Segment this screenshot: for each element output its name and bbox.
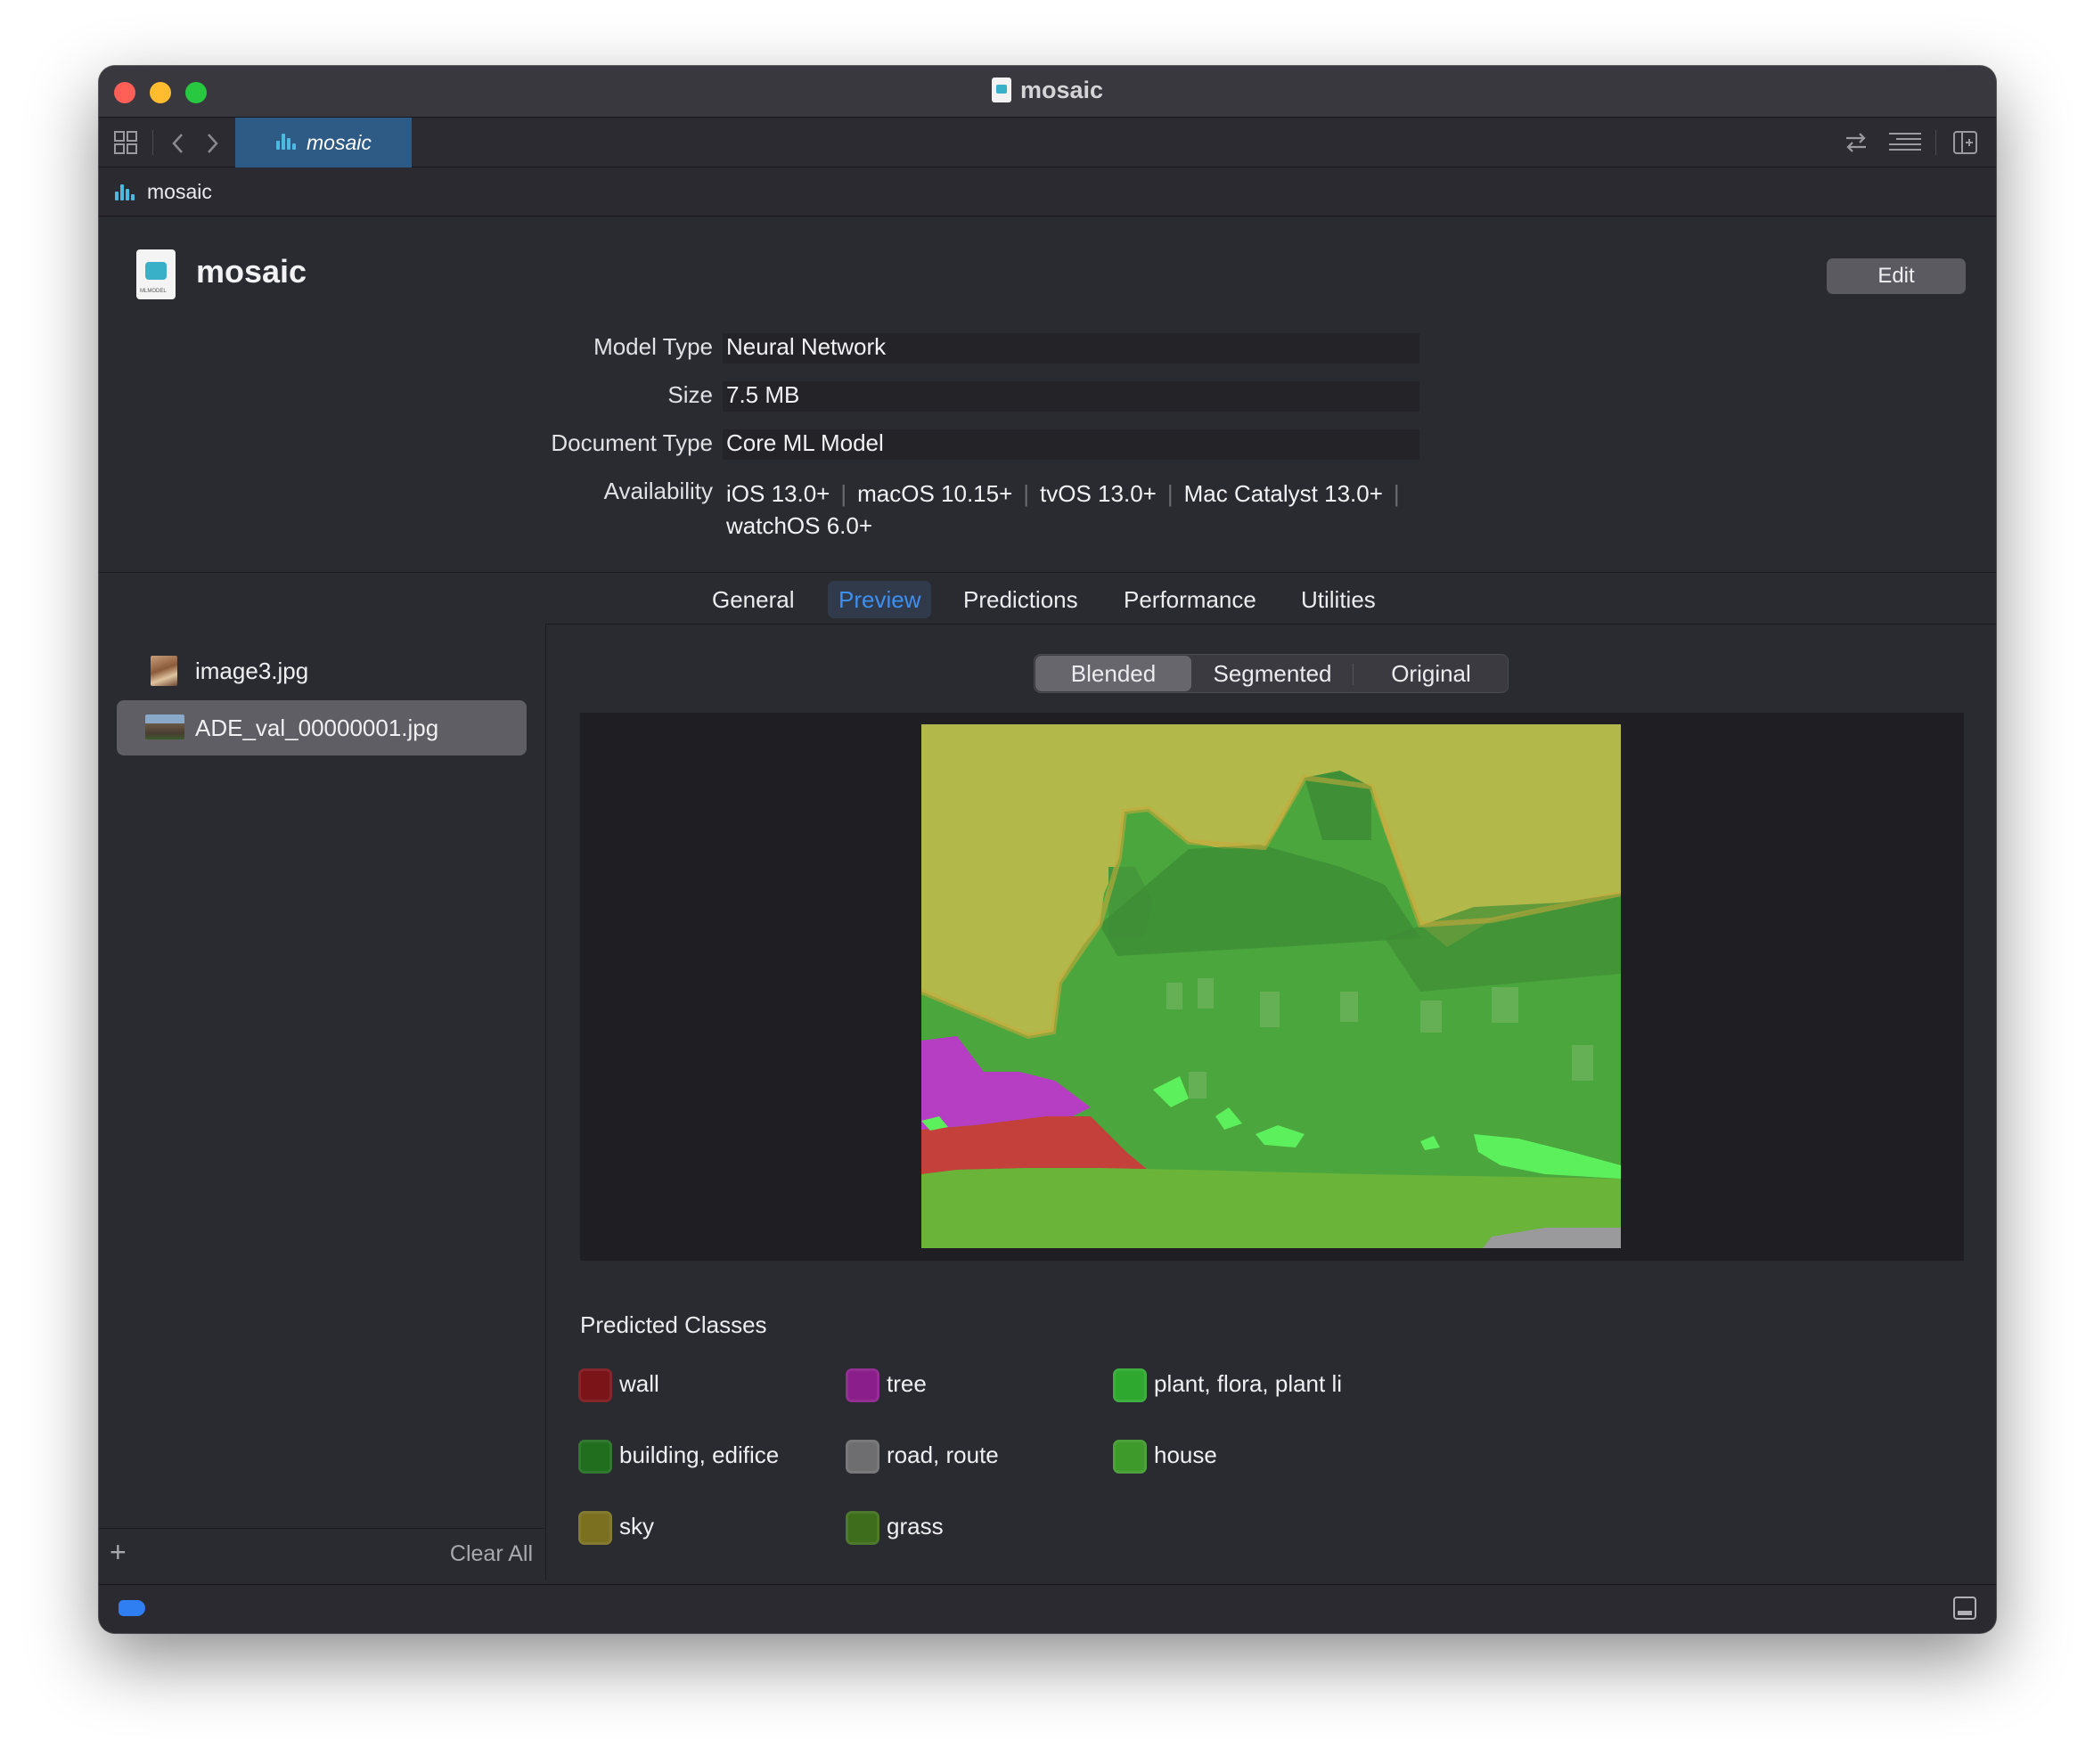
- mode-blended[interactable]: Blended: [1035, 656, 1191, 691]
- tab-performance[interactable]: Performance: [1113, 581, 1267, 618]
- class-label: building, edifice: [619, 1441, 780, 1468]
- color-swatch: [578, 1440, 612, 1474]
- file-item-ade-val[interactable]: ADE_val_00000001.jpg: [117, 700, 527, 755]
- class-legend-item: sky: [578, 1509, 654, 1546]
- color-swatch: [846, 1368, 879, 1403]
- size-value: 7.5 MB: [726, 381, 800, 408]
- tab-separator: [152, 130, 153, 155]
- coreml-logo-icon: [276, 134, 298, 150]
- class-label: sky: [619, 1513, 654, 1539]
- color-swatch: [1113, 1440, 1147, 1474]
- model-type-value: Neural Network: [726, 333, 887, 360]
- divider: [99, 572, 1996, 573]
- page-title: mosaic: [196, 253, 307, 290]
- availability-catalyst: Mac Catalyst 13.0+: [1183, 480, 1383, 507]
- document-type-label: Document Type: [551, 429, 713, 456]
- class-legend-item: building, edifice: [578, 1438, 779, 1474]
- add-file-button[interactable]: +: [110, 1538, 127, 1566]
- class-label: grass: [887, 1513, 944, 1539]
- predicted-classes-title: Predicted Classes: [580, 1311, 767, 1338]
- model-type-label: Model Type: [593, 333, 713, 360]
- clear-all-button[interactable]: Clear All: [450, 1541, 533, 1567]
- tab-preview[interactable]: Preview: [828, 581, 932, 618]
- size-label: Size: [667, 381, 713, 408]
- tab-general[interactable]: General: [701, 581, 806, 618]
- image-thumbnail: [151, 656, 177, 686]
- toggle-bottom-panel-icon[interactable]: [1953, 1597, 1976, 1620]
- file-item-image3[interactable]: image3.jpg: [117, 643, 527, 698]
- color-swatch: [1113, 1368, 1147, 1403]
- availability-list: iOS 13.0+ | macOS 10.15+ | tvOS 13.0+ | Mac Ca…: [726, 480, 1400, 539]
- document-type-value: Core ML Model: [726, 429, 884, 456]
- breadcrumb: mosaic: [99, 167, 1996, 216]
- color-swatch: [846, 1511, 879, 1546]
- lines-list-icon[interactable]: [1887, 130, 1923, 155]
- class-legend-item: house: [1113, 1438, 1217, 1474]
- activity-indicator-icon[interactable]: [119, 1600, 145, 1616]
- availability-ios: iOS 13.0+: [726, 480, 830, 507]
- class-label: house: [1154, 1441, 1217, 1468]
- window-title-text: mosaic: [1019, 77, 1104, 103]
- tab-mosaic-label: mosaic: [307, 131, 372, 154]
- tab-separator: [1935, 130, 1936, 155]
- availability-watchos: watchOS 6.0+: [726, 512, 873, 539]
- status-bar: [99, 1584, 1996, 1633]
- swap-arrows-icon[interactable]: [1843, 130, 1869, 155]
- color-swatch: [578, 1511, 612, 1546]
- class-legend-item: road, route: [846, 1438, 999, 1474]
- size-field-bg: [723, 381, 1419, 412]
- document-icon: [991, 78, 1011, 102]
- preview-mode-control: Blended Segmented Original: [1034, 654, 1509, 693]
- title-bar: mosaic: [99, 66, 1996, 118]
- tab-utilities[interactable]: Utilities: [1290, 581, 1386, 618]
- file-sidebar: image3.jpg ADE_val_00000001.jpg + Clear …: [99, 624, 546, 1580]
- color-swatch: [578, 1368, 612, 1403]
- class-legend-item: grass: [846, 1509, 944, 1546]
- image-thumbnail: [145, 715, 184, 739]
- chevron-right-icon[interactable]: [204, 132, 220, 155]
- class-legend-item: wall: [578, 1367, 659, 1403]
- add-editor-icon[interactable]: [1952, 130, 1979, 155]
- availability-tvos: tvOS 13.0+: [1040, 480, 1157, 507]
- grid-icon[interactable]: [113, 130, 138, 155]
- class-label: wall: [619, 1370, 659, 1397]
- mode-segmented[interactable]: Segmented: [1193, 655, 1352, 692]
- availability-macos: macOS 10.15+: [857, 480, 1013, 507]
- app-window: mosaic mosaic mosaic MLMODEL mosaic Edit…: [99, 66, 1996, 1633]
- chevron-left-icon[interactable]: [170, 132, 186, 155]
- tab-predictions[interactable]: Predictions: [953, 581, 1089, 618]
- sidebar-footer: + Clear All: [99, 1528, 545, 1580]
- blended-segmentation-image: [921, 724, 1621, 1248]
- color-swatch: [846, 1440, 879, 1474]
- class-label: plant, flora, plant li: [1154, 1370, 1343, 1397]
- window-title: mosaic: [99, 77, 1996, 104]
- file-name: image3.jpg: [195, 657, 309, 684]
- edit-button[interactable]: Edit: [1827, 258, 1966, 294]
- mlmodel-file-icon: [136, 249, 176, 299]
- tab-bar: mosaic: [99, 118, 1996, 167]
- availability-label: Availability: [603, 478, 713, 504]
- file-name: ADE_val_00000001.jpg: [195, 715, 439, 741]
- tab-mosaic[interactable]: mosaic: [235, 118, 412, 167]
- mode-original[interactable]: Original: [1354, 655, 1509, 692]
- breadcrumb-item-mosaic[interactable]: mosaic: [147, 180, 212, 204]
- class-legend-item: plant, flora, plant li: [1113, 1367, 1343, 1403]
- class-legend-item: tree: [846, 1367, 927, 1403]
- coreml-logo-icon: [115, 184, 136, 200]
- class-label: tree: [887, 1370, 927, 1397]
- class-label: road, route: [887, 1441, 999, 1468]
- segmentation-overlay-graphic: [921, 724, 1621, 1248]
